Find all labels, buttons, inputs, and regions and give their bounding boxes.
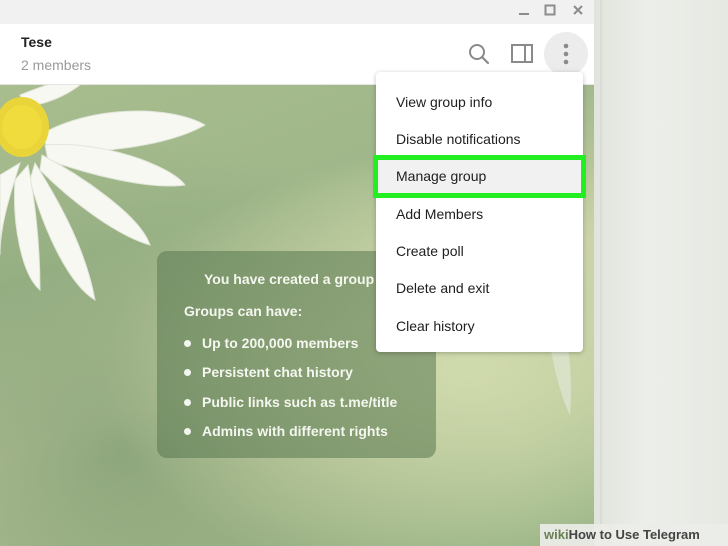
bullet-icon bbox=[184, 398, 191, 406]
sidebar-toggle-icon[interactable] bbox=[507, 39, 537, 69]
background-pane bbox=[594, 0, 728, 546]
bullet-icon bbox=[184, 368, 191, 376]
info-card-item: Public links such as t.me/title bbox=[184, 394, 397, 410]
minimize-icon bbox=[519, 13, 529, 15]
maximize-icon bbox=[544, 4, 556, 16]
maximize-button[interactable] bbox=[539, 2, 561, 22]
title-bar bbox=[0, 0, 594, 24]
info-card-item: Admins with different rights bbox=[184, 423, 388, 439]
chat-title[interactable]: Tese bbox=[21, 34, 52, 50]
search-icon[interactable] bbox=[464, 39, 494, 69]
chat-options-menu: View group info Disable notifications Ma… bbox=[373, 72, 586, 352]
close-icon bbox=[573, 5, 583, 15]
watermark-prefix: wiki bbox=[544, 527, 569, 542]
menu-item-delete-and-exit[interactable]: Delete and exit bbox=[376, 270, 583, 307]
chat-member-count: 2 members bbox=[21, 57, 92, 73]
info-card-subtitle: Groups can have: bbox=[184, 303, 303, 319]
more-vertical-icon bbox=[563, 43, 569, 65]
info-card-item: Persistent chat history bbox=[184, 364, 353, 380]
minimize-button[interactable] bbox=[513, 2, 535, 22]
menu-item-view-group-info[interactable]: View group info bbox=[376, 84, 583, 121]
wikihow-watermark: wikiHow to Use Telegram bbox=[540, 524, 728, 546]
menu-item-clear-history[interactable]: Clear history bbox=[376, 308, 583, 345]
bullet-icon bbox=[184, 427, 191, 435]
watermark-text: How to Use Telegram bbox=[568, 527, 700, 542]
pane-divider bbox=[600, 0, 602, 546]
bullet-icon bbox=[184, 339, 191, 347]
close-button[interactable] bbox=[567, 2, 589, 22]
menu-item-add-members[interactable]: Add Members bbox=[376, 196, 583, 233]
telegram-window: Tese 2 members You have created a group … bbox=[0, 0, 594, 546]
more-menu-button[interactable] bbox=[544, 32, 588, 76]
info-card-title: You have created a group bbox=[204, 271, 375, 287]
menu-item-manage-group[interactable]: Manage group bbox=[373, 155, 586, 198]
menu-item-disable-notifications[interactable]: Disable notifications bbox=[376, 121, 583, 158]
info-card-item: Up to 200,000 members bbox=[184, 335, 358, 351]
menu-item-create-poll[interactable]: Create poll bbox=[376, 233, 583, 270]
